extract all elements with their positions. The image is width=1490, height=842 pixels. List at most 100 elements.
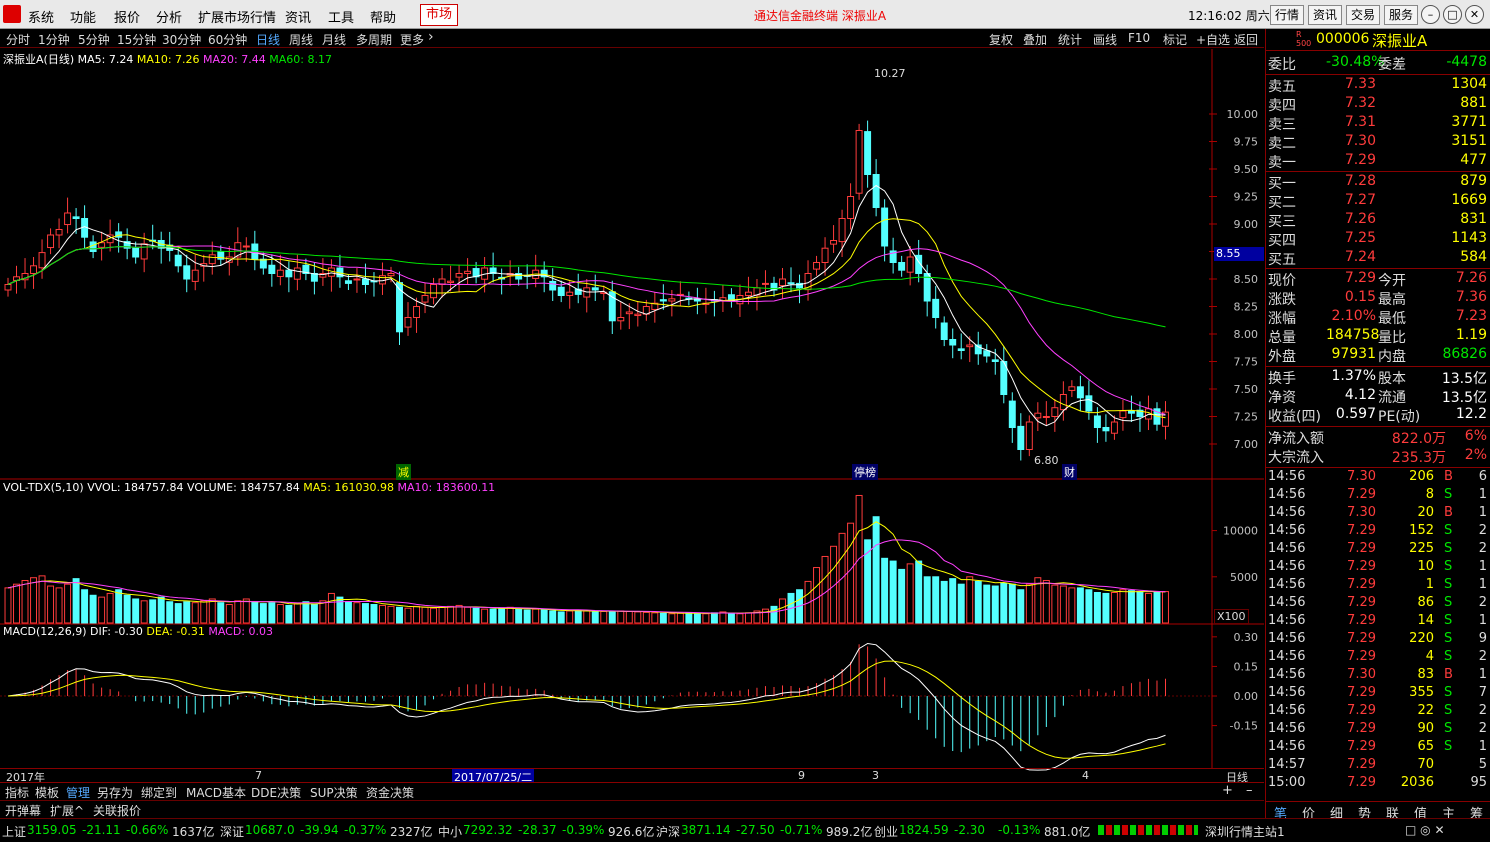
index-name[interactable]: 深证 [220, 823, 244, 840]
index-amount: 989.2亿 [826, 825, 873, 839]
volume-bar [600, 610, 608, 624]
menu-item[interactable]: 帮助 [370, 7, 396, 26]
indicator-tab[interactable]: SUP决策 [310, 784, 358, 801]
candle-body [132, 247, 140, 258]
bid-row[interactable]: 买五 7.24 584 [1266, 249, 1490, 268]
indicator-tab[interactable]: 资金决策 [366, 784, 414, 801]
stat-label: 最高 [1378, 292, 1406, 308]
chart-tool-button[interactable]: 画线 [1093, 31, 1117, 48]
maximize-icon[interactable]: □ [1443, 5, 1462, 24]
candle-body [1127, 410, 1135, 414]
ask-row[interactable]: 卖三 7.31 3771 [1266, 114, 1490, 133]
index-name[interactable]: 上证 [2, 823, 26, 840]
period-tab[interactable]: 1分钟 [38, 31, 70, 48]
chart-tool-button[interactable]: 返回 [1234, 31, 1258, 48]
period-tab[interactable]: 月线 [322, 31, 346, 48]
ask-volume: 477 [1460, 152, 1487, 168]
volume-bar [353, 602, 361, 624]
zoom-in-icon[interactable]: + [1222, 783, 1233, 798]
status-icon[interactable]: □ ◎ ✕ [1405, 823, 1445, 837]
volume-bar [81, 589, 89, 624]
menu-item[interactable]: 分析 [156, 7, 182, 26]
volume-bar [642, 611, 650, 624]
r-badge-icon: R 500 [1296, 30, 1312, 48]
ask-row[interactable]: 卖五 7.33 1304 [1266, 76, 1490, 95]
server-label[interactable]: 深圳行情主站1 [1205, 823, 1285, 840]
volume-bar [770, 605, 778, 624]
tick-side: S [1444, 649, 1453, 664]
period-tab[interactable]: 分时 [6, 31, 30, 48]
volume-bar [430, 607, 438, 624]
period-tab[interactable]: 周线 [289, 31, 313, 48]
bid-row[interactable]: 买二 7.27 1669 [1266, 192, 1490, 211]
top-button[interactable]: 资讯 [1308, 5, 1343, 25]
volume-bar [98, 596, 106, 624]
top-button[interactable]: 行情 [1270, 5, 1305, 25]
bid-price: 7.27 [1344, 192, 1376, 208]
ask-row[interactable]: 卖一 7.29 477 [1266, 152, 1490, 171]
period-tab[interactable]: 60分钟 [208, 31, 247, 48]
period-tab[interactable]: 日线 [256, 31, 280, 48]
period-tab[interactable]: 更多 [400, 31, 424, 48]
app-logo-icon [3, 5, 21, 23]
chart-tool-button[interactable]: 标记 [1163, 31, 1187, 48]
volume-bar [123, 594, 131, 624]
bid-row[interactable]: 买三 7.26 831 [1266, 211, 1490, 230]
tick-price: 7.29 [1347, 487, 1376, 502]
ask-row[interactable]: 卖二 7.30 3151 [1266, 133, 1490, 152]
tag-jian[interactable]: 减 [396, 464, 411, 480]
macd-tick-label: 0.30 [1234, 631, 1259, 644]
index-name[interactable]: 沪深 [656, 823, 680, 840]
indicator-tab[interactable]: 另存为 [97, 784, 133, 801]
volume-bar [540, 609, 548, 624]
index-value: 1824.59 [899, 823, 949, 837]
top-button[interactable]: 交易 [1346, 5, 1381, 25]
indicator-tab[interactable]: 模板 [35, 784, 59, 801]
indicator-tab[interactable]: MACD基本 [186, 784, 246, 801]
quote-tabs: 笔价细势联值主筹 [1266, 801, 1490, 822]
volume-bar [659, 612, 667, 624]
chart-tool-button[interactable]: +自选 [1196, 31, 1230, 48]
menu-item[interactable]: 扩展市场行情 [198, 7, 276, 26]
chart-tool-button[interactable]: F10 [1128, 31, 1150, 45]
tag-tingbang[interactable]: 停榜 [852, 464, 878, 480]
period-tab[interactable]: 30分钟 [162, 31, 201, 48]
bottom-toggle[interactable]: 开弹幕 [5, 802, 41, 819]
minimize-icon[interactable]: – [1421, 5, 1440, 24]
tag-cai[interactable]: 财 [1062, 464, 1077, 480]
menu-item[interactable]: 报价 [114, 7, 140, 26]
candle-body [64, 212, 72, 226]
stat-row: 总量 184758 量比 1.19 [1266, 327, 1490, 346]
index-name[interactable]: 创业 [874, 823, 898, 840]
bottom-toggle[interactable]: 关联报价 [93, 802, 141, 819]
chart-tool-button[interactable]: 复权 [989, 31, 1013, 48]
ask-row[interactable]: 卖四 7.32 881 [1266, 95, 1490, 114]
kline-chart[interactable]: 10.009.759.509.259.008.758.508.258.007.7… [0, 49, 1264, 782]
period-tab[interactable]: 5分钟 [78, 31, 110, 48]
menu-item[interactable]: 工具 [328, 7, 354, 26]
zoom-out-icon[interactable]: – [1246, 783, 1253, 798]
indicator-tab[interactable]: 绑定到 [141, 784, 177, 801]
stat-value: 86826 [1442, 346, 1487, 362]
menu-item[interactable]: 功能 [70, 7, 96, 26]
chart-tool-button[interactable]: 叠加 [1023, 31, 1047, 48]
indicator-tab[interactable]: 管理 [66, 784, 90, 801]
fundamental-value: 0.597 [1335, 406, 1376, 422]
divider [1266, 268, 1490, 269]
chart-tool-button[interactable]: 统计 [1058, 31, 1082, 48]
indicator-tab[interactable]: 指标 [5, 784, 29, 801]
menu-item[interactable]: 系统 [28, 7, 54, 26]
menu-item[interactable]: 资讯 [285, 7, 311, 26]
indicator-tab[interactable]: DDE决策 [251, 784, 301, 801]
bottom-toggle[interactable]: 扩展^ [50, 802, 84, 819]
top-button[interactable]: 服务 [1384, 5, 1419, 25]
bid-row[interactable]: 买四 7.25 1143 [1266, 230, 1490, 249]
more-chevron-icon[interactable]: › [428, 29, 434, 45]
index-name[interactable]: 中小 [438, 823, 462, 840]
period-tab[interactable]: 15分钟 [117, 31, 156, 48]
bid-row[interactable]: 买一 7.28 879 [1266, 173, 1490, 192]
period-tab[interactable]: 多周期 [356, 31, 392, 48]
market-tab[interactable]: 市场 [420, 4, 458, 26]
index-change: -21.11 [82, 823, 121, 837]
close-icon[interactable]: ✕ [1465, 5, 1484, 24]
